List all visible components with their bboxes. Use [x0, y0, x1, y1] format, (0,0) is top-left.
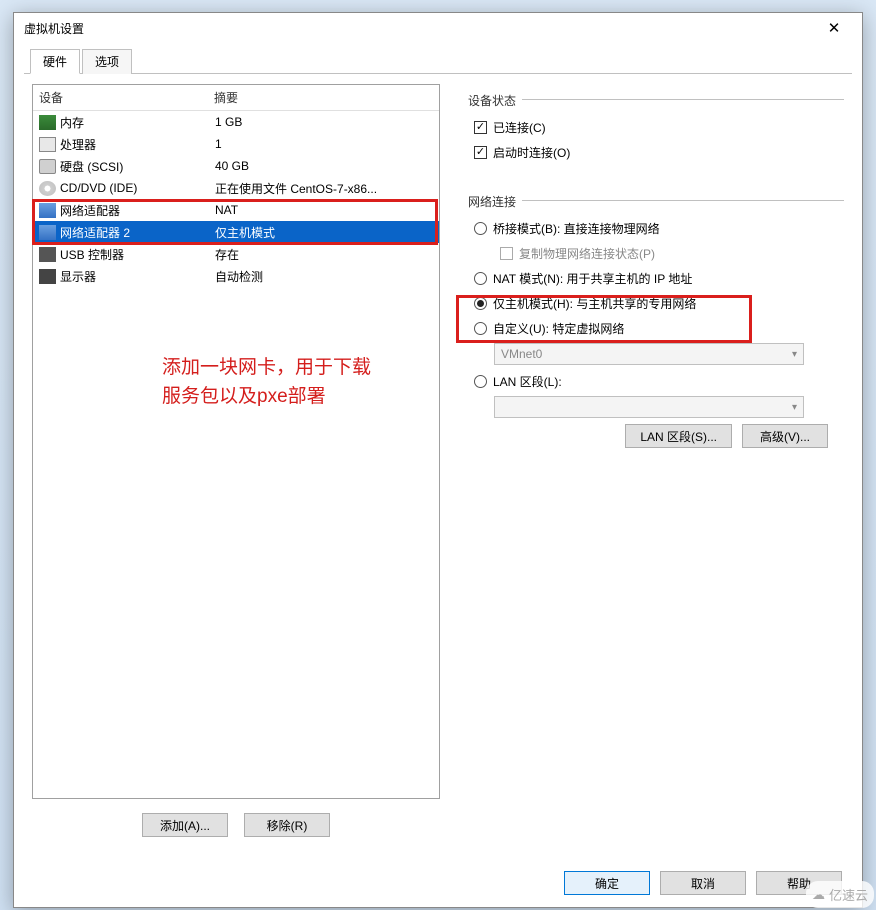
bridged-radio-row[interactable]: 桥接模式(B): 直接连接物理网络 [468, 216, 834, 241]
connected-checkbox-row[interactable]: ✓ 已连接(C) [468, 115, 834, 140]
chevron-down-icon: ▾ [792, 349, 797, 360]
connect-poweron-label: 启动时连接(O) [493, 144, 570, 161]
hostonly-label: 仅主机模式(H): 与主机共享的专用网络 [493, 295, 696, 312]
disk-icon [39, 159, 56, 174]
connected-label: 已连接(C) [493, 119, 546, 136]
col-summary-header: 摘要 [214, 89, 433, 106]
device-row-usb[interactable]: USB 控制器 存在 [33, 243, 439, 265]
tab-strip: 硬件 选项 [24, 48, 852, 74]
device-status-group: 设备状态 ✓ 已连接(C) ✓ 启动时连接(O) [458, 84, 844, 175]
custom-radio-row[interactable]: 自定义(U): 特定虚拟网络 [468, 316, 834, 341]
advanced-button[interactable]: 高级(V)... [742, 424, 828, 448]
titlebar: 虚拟机设置 ✕ [14, 13, 862, 43]
cpu-icon [39, 137, 56, 152]
device-list[interactable]: 设备 摘要 内存 1 GB 处理器 1 硬盘 (SCSI) 40 GB [32, 84, 440, 799]
device-row-cddvd[interactable]: CD/DVD (IDE) 正在使用文件 CentOS-7-x86... [33, 177, 439, 199]
cd-icon [39, 181, 56, 196]
lansegment-label: LAN 区段(L): [493, 373, 562, 390]
nat-label: NAT 模式(N): 用于共享主机的 IP 地址 [493, 270, 692, 287]
connect-poweron-checkbox-row[interactable]: ✓ 启动时连接(O) [468, 140, 834, 165]
radio-icon [474, 297, 487, 310]
replicate-label: 复制物理网络连接状态(P) [519, 245, 655, 262]
cloud-icon: ☁ [812, 887, 825, 903]
network-icon [39, 203, 56, 218]
usb-icon [39, 247, 56, 262]
ok-button[interactable]: 确定 [564, 871, 650, 895]
memory-icon [39, 115, 56, 130]
chevron-down-icon: ▾ [792, 402, 797, 413]
device-status-title: 设备状态 [468, 92, 834, 109]
cancel-button[interactable]: 取消 [660, 871, 746, 895]
lansegment-radio-row[interactable]: LAN 区段(L): [468, 369, 834, 394]
add-button[interactable]: 添加(A)... [142, 813, 228, 837]
display-icon [39, 269, 56, 284]
device-row-disk[interactable]: 硬盘 (SCSI) 40 GB [33, 155, 439, 177]
replicate-checkbox-row: 复制物理网络连接状态(P) [494, 241, 834, 266]
bridged-label: 桥接模式(B): 直接连接物理网络 [493, 220, 660, 237]
radio-icon [474, 322, 487, 335]
checkbox-icon [500, 247, 513, 260]
lansegment-combo: ▾ [494, 396, 804, 418]
network-connection-title: 网络连接 [468, 193, 834, 210]
remove-button[interactable]: 移除(R) [244, 813, 330, 837]
close-icon[interactable]: ✕ [814, 15, 854, 41]
checkbox-icon: ✓ [474, 146, 487, 159]
device-row-memory[interactable]: 内存 1 GB [33, 111, 439, 133]
window-title: 虚拟机设置 [24, 20, 814, 37]
watermark: ☁ 亿速云 [806, 881, 874, 908]
radio-icon [474, 375, 487, 388]
device-list-header: 设备 摘要 [33, 85, 439, 111]
dialog-button-row: 确定 取消 帮助 [14, 861, 862, 907]
checkbox-icon: ✓ [474, 121, 487, 134]
vm-settings-dialog: 虚拟机设置 ✕ 硬件 选项 设备 摘要 内存 1 GB [13, 12, 863, 908]
radio-icon [474, 222, 487, 235]
radio-icon [474, 272, 487, 285]
lan-segments-button[interactable]: LAN 区段(S)... [625, 424, 732, 448]
tab-options[interactable]: 选项 [82, 49, 132, 74]
col-device-header: 设备 [39, 89, 214, 106]
tab-hardware[interactable]: 硬件 [30, 49, 80, 74]
device-row-cpu[interactable]: 处理器 1 [33, 133, 439, 155]
device-row-netadapter[interactable]: 网络适配器 NAT [33, 199, 439, 221]
network-connection-group: 网络连接 桥接模式(B): 直接连接物理网络 复制物理网络连接状态(P) NAT… [458, 185, 844, 458]
device-row-display[interactable]: 显示器 自动检测 [33, 265, 439, 287]
custom-label: 自定义(U): 特定虚拟网络 [493, 320, 624, 337]
nat-radio-row[interactable]: NAT 模式(N): 用于共享主机的 IP 地址 [468, 266, 834, 291]
hostonly-radio-row[interactable]: 仅主机模式(H): 与主机共享的专用网络 [468, 291, 834, 316]
device-row-netadapter2[interactable]: 网络适配器 2 仅主机模式 [33, 221, 439, 243]
vmnet-value: VMnet0 [501, 347, 542, 361]
vmnet-combo: VMnet0 ▾ [494, 343, 804, 365]
network-icon [39, 225, 56, 240]
